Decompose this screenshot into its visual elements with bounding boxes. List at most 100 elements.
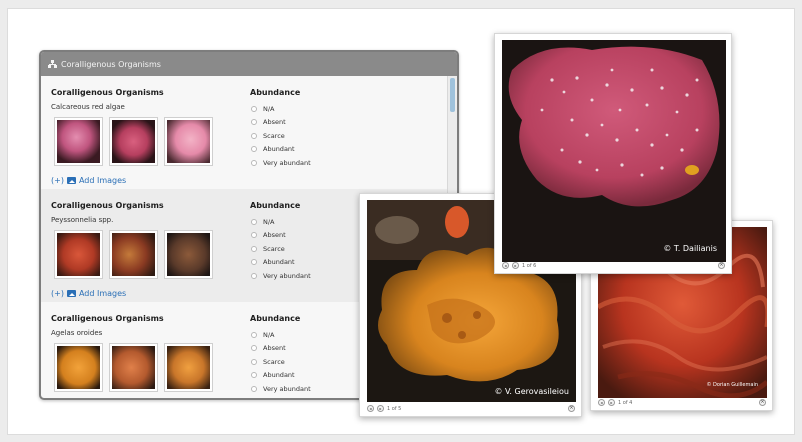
option-label: Absent — [263, 118, 286, 127]
add-images-link[interactable]: (+) Add Images — [51, 176, 126, 185]
radio-button[interactable] — [251, 159, 257, 166]
organism-section: Coralligenous Organisms Calcareous red a… — [41, 76, 449, 189]
abundance-options: N/A Absent Scarce Abundant Very abundant — [251, 102, 311, 170]
photo-credit: © Dorian Guillemain — [706, 382, 758, 388]
option-label: N/A — [263, 104, 275, 113]
viewer-controls: ◂ ▸ 1 of 4 — [598, 399, 632, 406]
sitemap-icon — [48, 60, 57, 68]
abundance-title: Abundance — [250, 201, 301, 210]
option-label: Abundant — [263, 145, 295, 154]
thumbnail-list — [54, 343, 213, 392]
abundance-option[interactable]: N/A — [251, 328, 311, 342]
add-images-link[interactable]: (+) Add Images — [51, 289, 126, 298]
close-icon[interactable]: × — [759, 399, 766, 406]
radio-button[interactable] — [251, 272, 257, 279]
scrollbar-thumb[interactable] — [450, 78, 455, 112]
radio-button[interactable] — [251, 372, 257, 379]
viewer-controls: ◂ ▸ 1 of 5 — [367, 405, 401, 412]
panel-title: Coralligenous Organisms — [61, 59, 161, 69]
section-title: Coralligenous Organisms — [51, 88, 164, 97]
next-icon[interactable]: ▸ — [377, 405, 384, 412]
option-label: Absent — [263, 231, 286, 240]
radio-button[interactable] — [251, 385, 257, 392]
next-icon[interactable]: ▸ — [512, 262, 519, 269]
option-label: Scarce — [263, 131, 285, 140]
image-icon — [66, 290, 76, 297]
option-label: Very abundant — [263, 384, 311, 393]
radio-button[interactable] — [251, 232, 257, 239]
abundance-option[interactable]: Scarce — [251, 355, 311, 369]
add-prefix: (+) — [51, 176, 64, 185]
abundance-option[interactable]: N/A — [251, 215, 311, 229]
thumbnail-list — [54, 117, 213, 166]
species-thumbnail[interactable] — [54, 117, 103, 166]
photo-counter: 1 of 6 — [522, 262, 537, 269]
abundance-option[interactable]: Very abundant — [251, 269, 311, 283]
radio-button[interactable] — [251, 119, 257, 126]
photo-pink-algae — [502, 40, 726, 262]
radio-button[interactable] — [251, 358, 257, 365]
radio-button[interactable] — [251, 105, 257, 112]
add-images-label: Add Images — [78, 176, 127, 185]
prev-icon[interactable]: ◂ — [598, 399, 605, 406]
option-label: Abundant — [263, 371, 295, 380]
species-name: Peyssonnelia spp. — [51, 216, 114, 224]
species-thumbnail[interactable] — [164, 343, 213, 392]
option-label: Very abundant — [263, 271, 311, 280]
photo-viewer-pink: © T. Dailianis ◂ ▸ 1 of 6 × — [494, 33, 732, 274]
radio-button[interactable] — [251, 259, 257, 266]
photo-credit: © V. Gerovasileiou — [494, 387, 569, 396]
species-thumbnail[interactable] — [164, 117, 213, 166]
species-thumbnail[interactable] — [109, 343, 158, 392]
abundance-options: N/A Absent Scarce Abundant Very abundant — [251, 215, 311, 283]
photo-counter: 1 of 4 — [618, 399, 633, 406]
thumbnail-list — [54, 230, 213, 279]
photo-counter: 1 of 5 — [387, 405, 402, 412]
abundance-title: Abundance — [250, 88, 301, 97]
abundance-options: N/A Absent Scarce Abundant Very abundant — [251, 328, 311, 396]
abundance-option[interactable]: Abundant — [251, 256, 311, 270]
option-label: N/A — [263, 330, 275, 339]
option-label: Abundant — [263, 258, 295, 267]
option-label: N/A — [263, 217, 275, 226]
add-images-label: Add Images — [78, 289, 127, 298]
option-label: Scarce — [263, 244, 285, 253]
photo-credit: © T. Dailianis — [663, 244, 717, 253]
abundance-option[interactable]: N/A — [251, 102, 311, 116]
abundance-option[interactable]: Absent — [251, 116, 311, 130]
option-label: Absent — [263, 344, 286, 353]
close-icon[interactable]: × — [568, 405, 575, 412]
radio-button[interactable] — [251, 245, 257, 252]
next-icon[interactable]: ▸ — [608, 399, 615, 406]
species-thumbnail[interactable] — [164, 230, 213, 279]
abundance-option[interactable]: Scarce — [251, 129, 311, 143]
species-thumbnail[interactable] — [109, 117, 158, 166]
section-title: Coralligenous Organisms — [51, 201, 164, 210]
abundance-option[interactable]: Very abundant — [251, 382, 311, 396]
abundance-option[interactable]: Absent — [251, 229, 311, 243]
radio-button[interactable] — [251, 218, 257, 225]
prev-icon[interactable]: ◂ — [502, 262, 509, 269]
abundance-option[interactable]: Abundant — [251, 369, 311, 383]
radio-button[interactable] — [251, 132, 257, 139]
species-thumbnail[interactable] — [54, 343, 103, 392]
species-name: Agelas oroides — [51, 329, 103, 337]
section-title: Coralligenous Organisms — [51, 314, 164, 323]
abundance-option[interactable]: Abundant — [251, 143, 311, 157]
abundance-option[interactable]: Very abundant — [251, 156, 311, 170]
abundance-option[interactable]: Scarce — [251, 242, 311, 256]
viewer-controls: ◂ ▸ 1 of 6 — [502, 262, 536, 269]
radio-button[interactable] — [251, 146, 257, 153]
radio-button[interactable] — [251, 331, 257, 338]
species-name: Calcareous red algae — [51, 103, 125, 111]
close-icon[interactable]: × — [718, 262, 725, 269]
option-label: Scarce — [263, 357, 285, 366]
abundance-option[interactable]: Absent — [251, 342, 311, 356]
radio-button[interactable] — [251, 345, 257, 352]
image-icon — [66, 177, 76, 184]
species-thumbnail[interactable] — [54, 230, 103, 279]
prev-icon[interactable]: ◂ — [367, 405, 374, 412]
species-thumbnail[interactable] — [109, 230, 158, 279]
abundance-title: Abundance — [250, 314, 301, 323]
option-label: Very abundant — [263, 158, 311, 167]
